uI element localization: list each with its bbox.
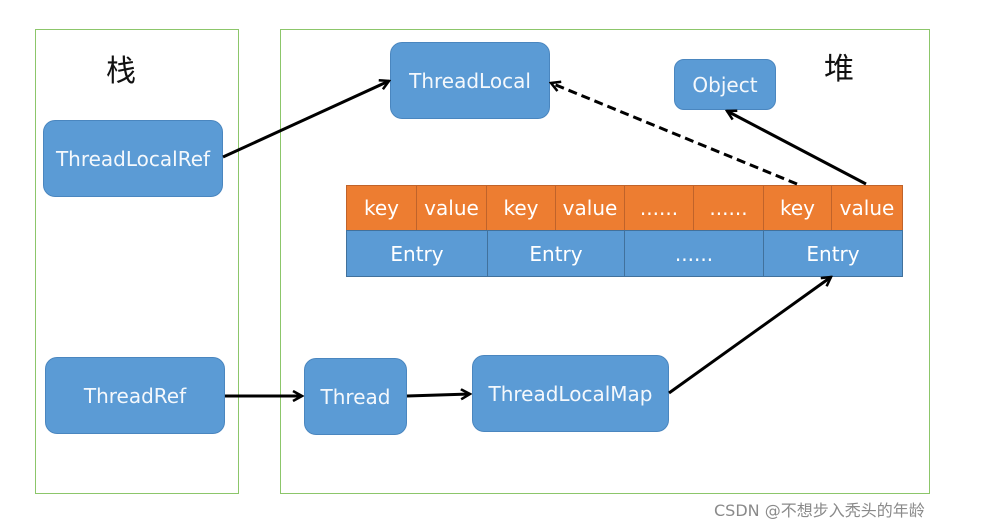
watermark: CSDN @不想步入秃头的年龄	[714, 501, 925, 520]
edge-threadlocalref-to-threadlocal	[222, 81, 389, 159]
edge-value-to-object	[727, 111, 867, 186]
edges-layer	[222, 0, 867, 529]
edge-key-to-threadlocal-weak	[551, 83, 798, 186]
edge-threadlocalmap-to-entry	[668, 277, 831, 395]
edge-thread-to-threadlocalmap	[406, 394, 470, 396]
